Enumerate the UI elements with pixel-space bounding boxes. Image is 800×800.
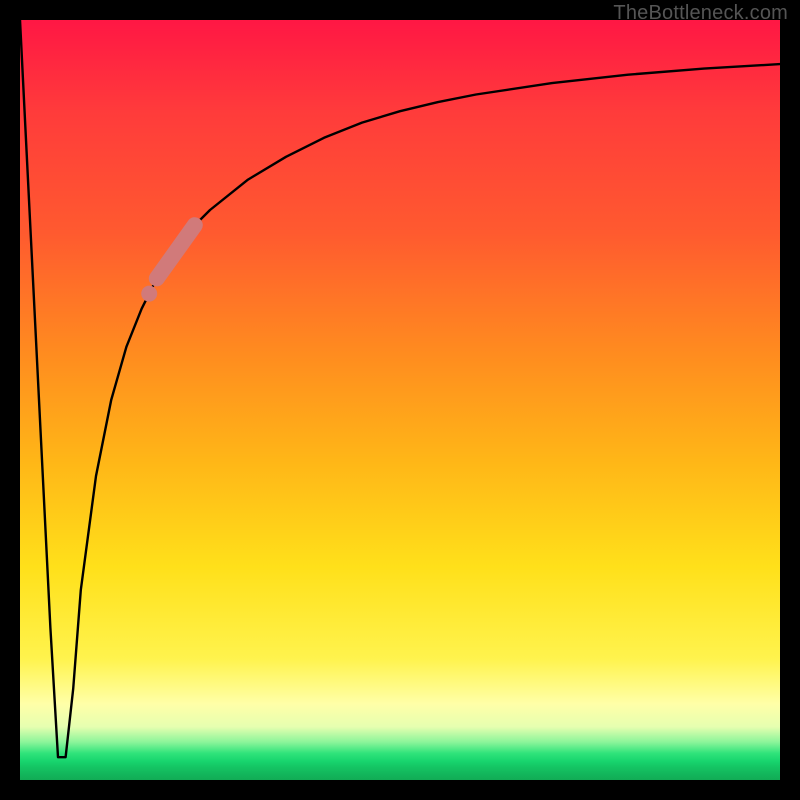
curve-svg xyxy=(20,20,780,780)
bottleneck-curve xyxy=(20,20,780,757)
curve-highlight-dot xyxy=(141,286,157,302)
watermark-text: TheBottleneck.com xyxy=(613,2,788,25)
plot-area xyxy=(20,20,780,780)
chart-frame: TheBottleneck.com xyxy=(0,0,800,800)
curve-highlight-segment xyxy=(157,225,195,278)
